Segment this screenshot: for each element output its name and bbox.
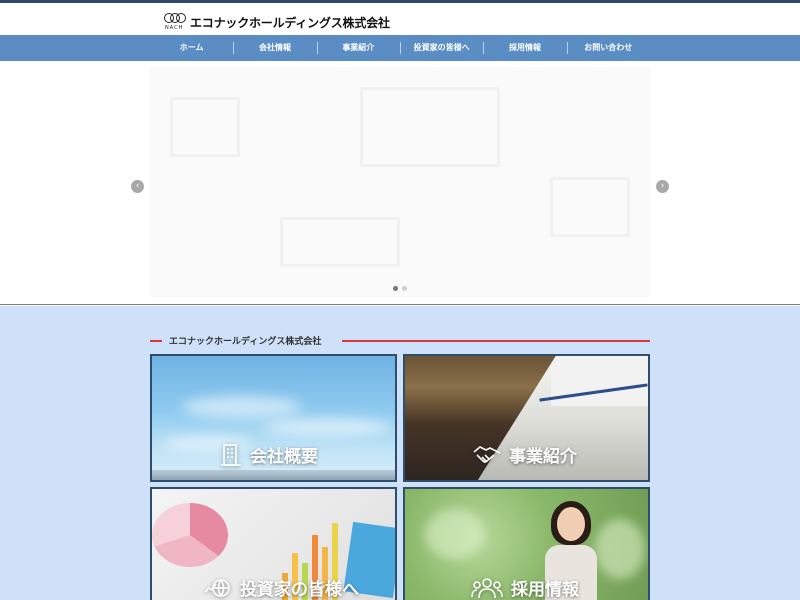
slider-prev-button[interactable]: ‹ [131, 180, 144, 193]
tile-investors-text: 投資家の皆様へ [240, 580, 359, 600]
nav-item-investors[interactable]: 投資家の皆様へ [399, 35, 483, 61]
tile-label-company: 会社概要 [220, 442, 318, 467]
company-name: エコナックホールディングス株式会社 [190, 15, 390, 30]
slider-next-button[interactable]: › [656, 180, 669, 193]
hero-slider: ‹ › [0, 61, 800, 305]
pie-chart-graphic [152, 503, 228, 567]
section-title-text: エコナックホールディングス株式会社 [169, 337, 322, 347]
heading-rule-right [342, 340, 650, 342]
slider-pagination [393, 286, 407, 291]
tile-label-business: 事業紹介 [473, 442, 577, 467]
building-icon [221, 443, 241, 466]
hero-slide-image [150, 67, 650, 297]
content-section: エコナックホールディングス株式会社 会社概要 事業紹介 投資家の皆様へ 採用情報 [0, 306, 800, 600]
tile-company-overview[interactable]: 会社概要 [150, 354, 397, 482]
city-skyline [152, 470, 395, 480]
nav-item-recruit[interactable]: 採用情報 [483, 35, 566, 61]
chart-globe-icon [204, 578, 230, 597]
main-nav: ホーム 会社情報 事業紹介 投資家の皆様へ 採用情報 お問い合わせ [0, 35, 800, 61]
tile-recruit[interactable]: 採用情報 [403, 487, 650, 600]
people-icon [471, 577, 503, 598]
nav-item-home[interactable]: ホーム [150, 35, 233, 61]
tile-label-investors: 投資家の皆様へ [204, 575, 359, 600]
tile-recruit-text: 採用情報 [511, 580, 579, 600]
nav-item-contact[interactable]: お問い合わせ [566, 35, 650, 61]
nav-item-business[interactable]: 事業紹介 [316, 35, 400, 61]
tile-business[interactable]: 事業紹介 [403, 354, 650, 482]
site-header: NACH エコナックホールディングス株式会社 [0, 3, 800, 35]
logo-sub-text: NACH [165, 25, 184, 31]
logo-mark-icon: NACH [164, 11, 186, 33]
tile-company-text: 会社概要 [250, 447, 318, 467]
site-logo[interactable]: NACH エコナックホールディングス株式会社 [164, 11, 390, 33]
slider-dot-2[interactable] [402, 286, 407, 291]
heading-rule-left [150, 340, 162, 342]
tile-label-recruit: 採用情報 [471, 575, 579, 600]
section-heading: エコナックホールディングス株式会社 [150, 334, 650, 348]
handshake-icon [473, 445, 501, 463]
nav-item-company[interactable]: 会社情報 [233, 35, 316, 61]
tile-investors[interactable]: 投資家の皆様へ [150, 487, 397, 600]
tile-business-text: 事業紹介 [509, 447, 577, 467]
slider-dot-1[interactable] [393, 286, 398, 291]
